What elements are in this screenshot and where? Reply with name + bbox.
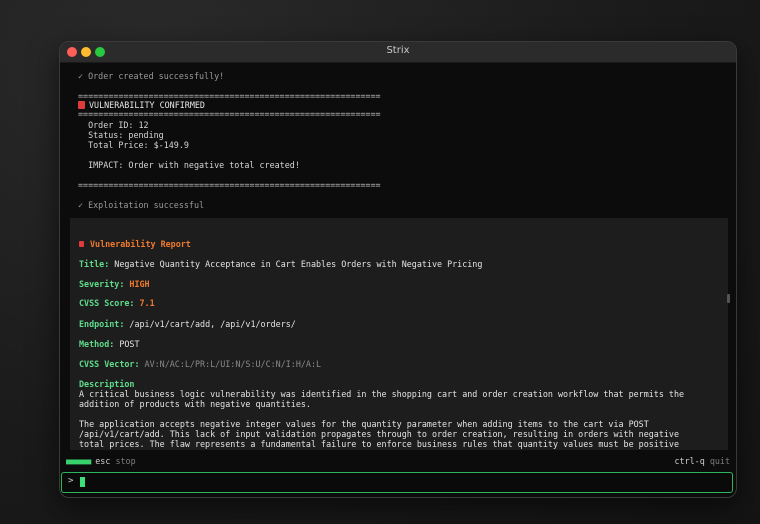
order-created-line: ✓ Order created successfully! (78, 71, 225, 81)
report-heading: Vulnerability Report (79, 239, 191, 249)
exploitation-line: ✓ Exploitation successful (78, 200, 205, 210)
description-paragraph-2: The application accepts negative integer… (79, 419, 680, 450)
description-label: Description (79, 379, 135, 389)
separator-rule: ========================================… (78, 109, 381, 119)
report-endpoint-row: Endpoint: /api/v1/cart/add, /api/v1/orde… (79, 319, 296, 329)
separator-rule: ========================================… (78, 180, 381, 190)
endpoint-label: Endpoint: (79, 319, 125, 329)
title-bar: Strix (60, 42, 736, 63)
cvss-label: CVSS Score: (79, 298, 135, 308)
status-line: Status: pending (78, 130, 164, 140)
title-value: Negative Quantity Acceptance in Cart Ena… (109, 259, 483, 269)
alert-icon (78, 101, 85, 109)
method-value: POST (114, 339, 140, 349)
title-label: Title: (79, 259, 110, 269)
report-cvss-row: CVSS Score: 7.1 (79, 298, 155, 308)
report-vector-row: CVSS Vector: AV:N/AC:L/PR:L/UI:N/S:U/C:N… (79, 359, 321, 369)
esc-action-label: stop (110, 456, 136, 466)
window-title: Strix (386, 45, 410, 56)
vector-value: AV:N/AC:L/PR:L/UI:N/S:U/C:N/I:H/A:L (139, 359, 322, 369)
terminal-output[interactable]: ✓ Order created successfully! ==========… (60, 63, 736, 450)
scrollbar-thumb[interactable] (727, 294, 730, 303)
status-bar: ■■■■■■ esc stop ctrl-q quit (60, 455, 736, 467)
progress-indicator: ■■■■■■ (66, 456, 91, 466)
quit-key-hint[interactable]: ctrl-q (675, 456, 705, 466)
terminal-window: Strix ✓ Order created successfully! ====… (59, 41, 737, 498)
severity-label: Severity: (79, 279, 125, 289)
report-heading-text: Vulnerability Report (90, 239, 191, 249)
method-label: Method: (79, 339, 115, 349)
report-severity-row: Severity: HIGH (79, 279, 150, 289)
vulnerability-report-panel: Vulnerability Report Title: Negative Qua… (70, 218, 728, 450)
report-title-row: Title: Negative Quantity Acceptance in C… (79, 259, 482, 269)
order-id-line: Order ID: 12 (78, 120, 149, 130)
vector-label: CVSS Vector: (79, 359, 140, 369)
esc-key-hint[interactable]: esc (95, 456, 110, 466)
severity-value: HIGH (124, 279, 150, 289)
text-cursor (80, 477, 85, 487)
quit-action-label: quit (704, 456, 730, 466)
command-input[interactable]: > (61, 472, 733, 493)
prompt-symbol: > (68, 476, 74, 486)
impact-line: IMPACT: Order with negative total create… (78, 160, 300, 170)
description-paragraph-1: A critical business logic vulnerability … (79, 389, 685, 409)
cvss-value: 7.1 (134, 298, 155, 308)
total-price-line: Total Price: $-149.9 (78, 140, 189, 150)
report-method-row: Method: POST (79, 339, 140, 349)
status-right: ctrl-q quit (675, 456, 730, 466)
endpoint-value: /api/v1/cart/add, /api/v1/orders/ (124, 319, 296, 329)
report-icon (79, 241, 84, 247)
status-left: ■■■■■■ esc stop (66, 456, 136, 466)
